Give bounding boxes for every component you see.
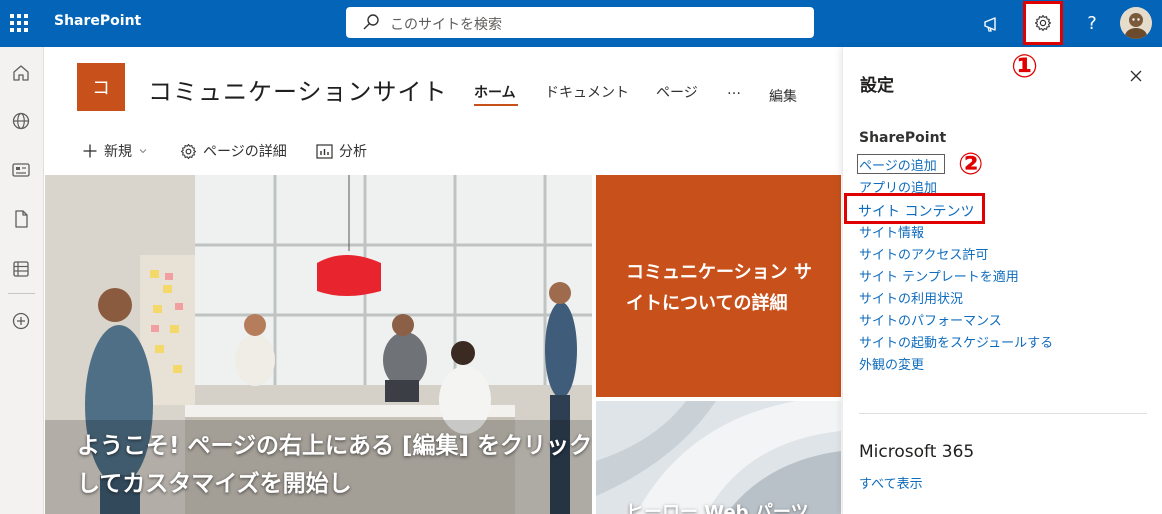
search-icon [363, 14, 379, 30]
waffle-icon[interactable] [10, 14, 28, 32]
nav-more[interactable]: … [727, 82, 741, 98]
page-details-button[interactable]: ページの詳細 [180, 141, 287, 161]
megaphone-icon[interactable] [972, 0, 1012, 47]
list-icon[interactable] [10, 258, 32, 280]
m365-section-heading: Microsoft 365 [859, 442, 975, 462]
add-circle-icon[interactable] [10, 310, 32, 332]
document-icon[interactable] [10, 208, 32, 230]
link-site-usage[interactable]: サイトの利用状況 [859, 288, 963, 307]
sharepoint-section-heading: SharePoint [859, 130, 947, 146]
hero-tile-webpart[interactable]: ヒーロー Web パーツ [596, 401, 841, 514]
link-schedule-launch[interactable]: サイトの起動をスケジュールする [859, 332, 1053, 351]
link-change-look[interactable]: 外観の変更 [859, 354, 924, 373]
globe-icon[interactable] [10, 110, 32, 132]
nav-edit[interactable]: 編集 [769, 86, 797, 106]
search-box[interactable]: このサイトを検索 [346, 7, 814, 38]
hero-main-tile[interactable]: ようこそ! ページの右上にある [編集] をクリックしてカスタマイズを開始し [45, 175, 592, 514]
link-site-permissions[interactable]: サイトのアクセス許可 [859, 244, 988, 263]
home-icon[interactable] [10, 62, 32, 84]
link-site-performance[interactable]: サイトのパフォーマンス [859, 310, 1002, 329]
analytics-label: 分析 [339, 144, 367, 160]
step-marker-2: ② [958, 147, 984, 182]
panel-title: 設定 [860, 76, 894, 96]
app-bar [0, 47, 44, 514]
nav-active-indicator [474, 104, 518, 106]
settings-icon [180, 143, 197, 159]
chevron-down-icon [139, 149, 147, 154]
link-view-all[interactable]: すべて表示 [859, 473, 923, 492]
link-site-info[interactable]: サイト情報 [859, 222, 924, 241]
help-icon[interactable]: ? [1072, 0, 1112, 47]
suite-bar: SharePoint このサイトを検索 ? [0, 0, 1162, 47]
hero-tile-webpart-text: ヒーロー Web パーツ [626, 502, 809, 514]
search-placeholder: このサイトを検索 [390, 17, 502, 33]
nav-pages[interactable]: ページ [656, 82, 698, 102]
app-brand[interactable]: SharePoint [54, 13, 141, 29]
news-icon[interactable] [10, 159, 32, 181]
link-apply-template[interactable]: サイト テンプレートを適用 [859, 266, 1019, 285]
focus-outline [857, 154, 945, 174]
chart-icon [316, 143, 333, 159]
new-label: 新規 [104, 144, 132, 160]
rail-divider [8, 293, 35, 294]
settings-button[interactable] [1023, 1, 1063, 45]
page-details-label: ページの詳細 [203, 144, 287, 160]
step-marker-1: ① [1011, 47, 1039, 85]
site-title[interactable]: コミュニケーションサイト [148, 72, 448, 107]
hero-tile-learn-more[interactable]: コミュニケーション サイトについての詳細 [596, 175, 841, 397]
nav-home[interactable]: ホーム [474, 82, 516, 102]
hero-main-caption: ようこそ! ページの右上にある [編集] をクリックしてカスタマイズを開始し [77, 433, 592, 497]
plus-icon [83, 144, 97, 158]
close-icon[interactable] [1129, 69, 1143, 83]
hero-tile-learn-more-text: コミュニケーション サイトについての詳細 [626, 262, 812, 314]
new-button[interactable]: 新規 [82, 141, 148, 161]
gear-icon [1034, 14, 1052, 32]
avatar[interactable] [1120, 7, 1152, 39]
panel-divider [859, 413, 1147, 414]
highlight-box-site-contents [844, 193, 985, 224]
site-logo[interactable]: コ [77, 63, 125, 111]
nav-documents[interactable]: ドキュメント [545, 82, 629, 102]
settings-panel: 設定 SharePoint ページの追加 アプリの追加 サイト コンテンツ サイ… [842, 47, 1162, 514]
analytics-button[interactable]: 分析 [316, 141, 367, 161]
